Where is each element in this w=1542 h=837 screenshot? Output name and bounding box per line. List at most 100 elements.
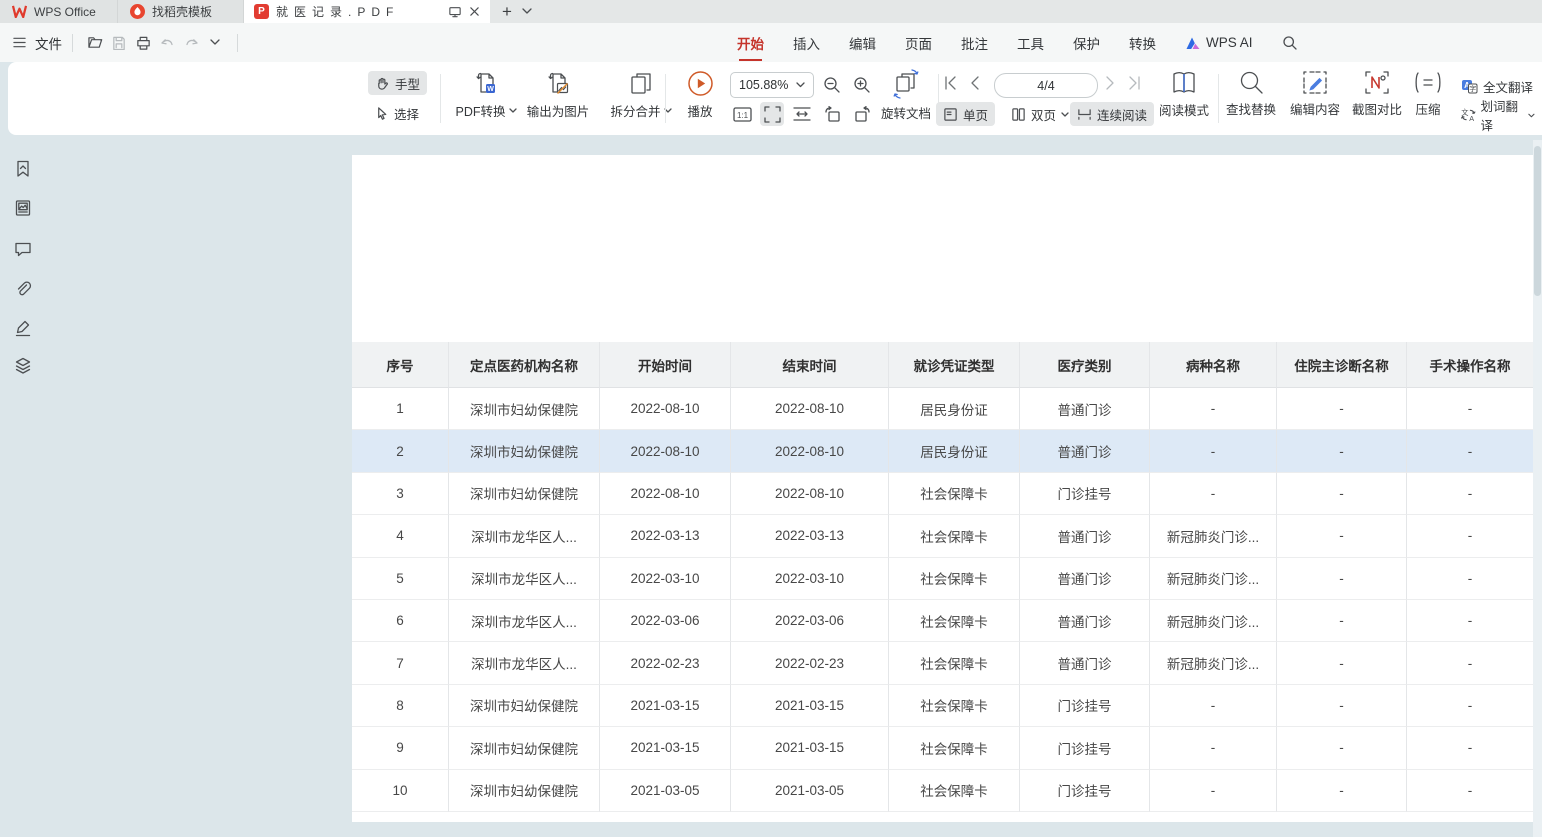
edit-content-icon	[1302, 70, 1328, 95]
menu-wps-ai[interactable]: WPS AI	[1185, 23, 1253, 62]
pdf-page[interactable]: 序号定点医药机构名称开始时间结束时间就诊凭证类型医疗类别病种名称住院主诊断名称手…	[352, 155, 1533, 822]
table-cell: 深圳市妇幼保健院	[449, 685, 600, 727]
table-cell: -	[1277, 558, 1407, 600]
table-cell: 社会保障卡	[889, 770, 1020, 812]
menu-search[interactable]	[1282, 23, 1298, 62]
double-page-button[interactable]: 双页	[1004, 102, 1076, 126]
zoom-in-button[interactable]	[850, 73, 874, 97]
book-icon	[1170, 70, 1198, 96]
menu-item-批注[interactable]: 批注	[961, 23, 988, 62]
select-tool-button[interactable]: 选择	[368, 101, 426, 125]
open-file-button[interactable]	[83, 31, 107, 55]
print-button[interactable]	[131, 31, 155, 55]
docer-icon	[130, 4, 145, 19]
attachment-panel-icon[interactable]	[13, 279, 33, 299]
table-cell: 普通门诊	[1020, 515, 1150, 557]
single-page-button[interactable]: 单页	[936, 102, 995, 126]
table-cell: 社会保障卡	[889, 642, 1020, 684]
table-cell: -	[1277, 770, 1407, 812]
table-cell: -	[1277, 430, 1407, 472]
edit-content-button[interactable]: 编辑内容	[1284, 70, 1346, 118]
table-cell: 普通门诊	[1020, 388, 1150, 430]
save-button[interactable]	[107, 31, 131, 55]
bookmark-panel-icon[interactable]	[13, 159, 33, 179]
menu-item-保护[interactable]: 保护	[1073, 23, 1100, 62]
pdf-convert-label: PDF转换	[455, 101, 505, 120]
scrollbar-thumb[interactable]	[1534, 146, 1541, 296]
hand-tool-button[interactable]: 手型	[368, 71, 427, 95]
table-row: 9深圳市妇幼保健院2021-03-152021-03-15社会保障卡门诊挂号--…	[352, 727, 1533, 769]
tab-wps-office[interactable]: WPS Office	[0, 0, 118, 23]
find-replace-button[interactable]: 查找替换	[1220, 70, 1282, 118]
word-translate-button[interactable]: 文A 划词翻译	[1454, 103, 1542, 127]
tab-docer-templates[interactable]: 找稻壳模板	[118, 0, 244, 23]
table-header-cell: 结束时间	[731, 342, 889, 388]
tab-bar-tail: +	[490, 0, 544, 23]
comment-panel-icon[interactable]	[13, 239, 33, 259]
tab-document-active[interactable]: P 就医记录.PDF	[244, 0, 490, 23]
quickbar-chevron-icon[interactable]	[203, 31, 227, 55]
fulltext-translate-button[interactable]: A字 全文翻译	[1454, 74, 1540, 98]
zoom-level-select[interactable]: 105.88%	[730, 72, 814, 98]
find-replace-icon	[1239, 70, 1264, 95]
split-merge-button[interactable]: 拆分合并	[600, 70, 682, 120]
menu-item-插入[interactable]: 插入	[793, 23, 820, 62]
continuous-reading-button[interactable]: 连续阅读	[1070, 102, 1154, 126]
menu-item-转换[interactable]: 转换	[1129, 23, 1156, 62]
table-cell: 深圳市妇幼保健院	[449, 770, 600, 812]
continuous-reading-label: 连续阅读	[1097, 105, 1147, 124]
page-number-input[interactable]: 4/4	[994, 73, 1098, 98]
wps-ai-label: WPS AI	[1206, 35, 1253, 50]
table-cell: 社会保障卡	[889, 600, 1020, 642]
compress-button[interactable]: 压缩	[1406, 70, 1450, 118]
fit-width-button[interactable]	[790, 102, 814, 126]
actual-size-button[interactable]: 1:1	[730, 102, 754, 126]
screenshot-compare-icon	[1364, 70, 1390, 95]
close-tab-icon[interactable]	[469, 6, 480, 17]
last-page-button[interactable]	[1128, 76, 1141, 90]
export-image-button[interactable]: 输出为图片	[516, 70, 600, 120]
table-cell: 2022-08-10	[731, 430, 889, 472]
previous-page-button[interactable]	[970, 76, 979, 90]
screenshot-compare-button[interactable]: 截图对比	[1346, 70, 1408, 118]
tab-list-chevron-icon[interactable]	[522, 8, 532, 15]
divider	[1218, 74, 1219, 123]
next-page-button[interactable]	[1106, 76, 1115, 90]
fit-page-icon	[764, 106, 781, 123]
present-monitor-icon[interactable]	[448, 6, 462, 18]
word-translate-label: 划词翻译	[1481, 96, 1524, 134]
file-menu[interactable]: 文件	[0, 33, 62, 53]
table-cell: 2021-03-15	[731, 685, 889, 727]
new-tab-button[interactable]: +	[502, 3, 512, 20]
table-header-cell: 就诊凭证类型	[889, 342, 1020, 388]
thumbnail-panel-icon[interactable]	[13, 198, 33, 218]
menu-item-页面[interactable]: 页面	[905, 23, 932, 62]
table-row: 4深圳市龙华区人...2022-03-132022-03-13社会保障卡普通门诊…	[352, 515, 1533, 557]
table-cell: 2021-03-15	[731, 727, 889, 769]
divider	[237, 34, 238, 52]
menu-item-工具[interactable]: 工具	[1017, 23, 1044, 62]
zoom-out-button[interactable]	[820, 73, 844, 97]
annotate-panel-icon[interactable]	[13, 318, 33, 338]
play-button[interactable]: 播放	[672, 70, 728, 120]
fit-page-button[interactable]	[760, 102, 784, 126]
read-mode-button[interactable]: 阅读模式	[1154, 70, 1214, 119]
undo-button[interactable]	[155, 31, 179, 55]
rotate-right-button[interactable]	[850, 102, 874, 126]
rotate-document-button[interactable]: 旋转文档	[876, 69, 936, 122]
first-page-button[interactable]	[944, 76, 957, 90]
redo-button[interactable]	[179, 31, 203, 55]
menu-item-编辑[interactable]: 编辑	[849, 23, 876, 62]
compress-label: 压缩	[1415, 99, 1440, 118]
vertical-scrollbar[interactable]	[1533, 140, 1542, 837]
table-cell: -	[1407, 770, 1533, 812]
play-label: 播放	[687, 101, 712, 120]
search-icon	[1282, 35, 1298, 51]
table-cell: 2022-08-10	[600, 430, 731, 472]
menu-item-开始[interactable]: 开始	[737, 23, 764, 62]
table-cell: 社会保障卡	[889, 558, 1020, 600]
table-cell: -	[1407, 430, 1533, 472]
layers-panel-icon[interactable]	[13, 356, 33, 376]
rotate-left-button[interactable]	[820, 102, 844, 126]
table-cell: 2022-08-10	[731, 388, 889, 430]
